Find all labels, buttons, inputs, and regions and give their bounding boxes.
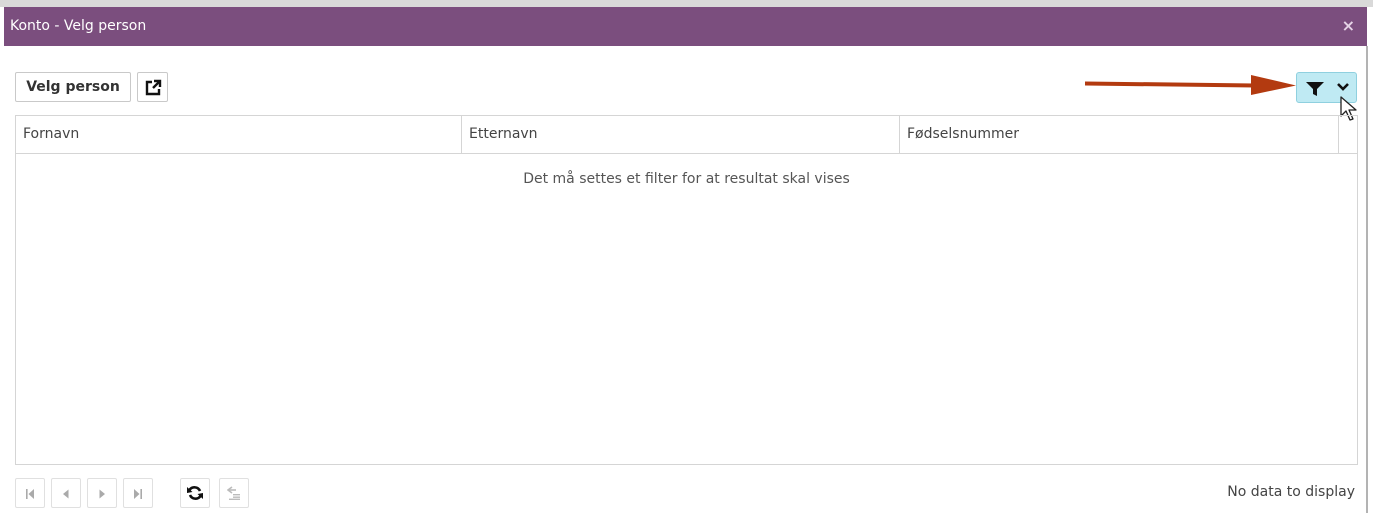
refresh-icon — [187, 486, 203, 500]
velg-person-button[interactable]: Velg person — [15, 72, 131, 102]
grid-header: Fornavn Etternavn Fødselsnummer — [16, 116, 1357, 154]
funnel-icon — [1306, 82, 1324, 96]
pager-status: No data to display — [1227, 484, 1355, 500]
annotation-arrow — [1085, 75, 1296, 95]
dialog-titlebar: Konto - Velg person × — [4, 7, 1367, 46]
first-page-button[interactable] — [15, 478, 45, 508]
close-button[interactable]: × — [1342, 16, 1355, 35]
last-page-icon — [134, 489, 142, 499]
prev-page-icon — [63, 489, 69, 499]
person-grid: Fornavn Etternavn Fødselsnummer Det må s… — [15, 115, 1358, 465]
external-link-icon — [145, 79, 162, 96]
export-button[interactable] — [219, 478, 249, 508]
prev-page-button[interactable] — [51, 478, 81, 508]
export-icon — [227, 486, 240, 500]
open-external-button[interactable] — [137, 72, 168, 102]
empty-message: Det må settes et filter for at resultat … — [523, 171, 850, 187]
next-page-icon — [99, 489, 105, 499]
top-strip — [0, 0, 1373, 7]
column-header-etternavn[interactable]: Etternavn — [462, 116, 900, 153]
column-header-fodselsnummer[interactable]: Fødselsnummer — [900, 116, 1339, 153]
dialog-title: Konto - Velg person — [10, 18, 147, 34]
chevron-down-icon — [1337, 83, 1349, 91]
column-header-fornavn[interactable]: Fornavn — [16, 116, 462, 153]
last-page-button[interactable] — [123, 478, 153, 508]
first-page-icon — [26, 489, 34, 499]
refresh-button[interactable] — [180, 478, 210, 508]
next-page-button[interactable] — [87, 478, 117, 508]
dialog-border — [1366, 46, 1368, 513]
